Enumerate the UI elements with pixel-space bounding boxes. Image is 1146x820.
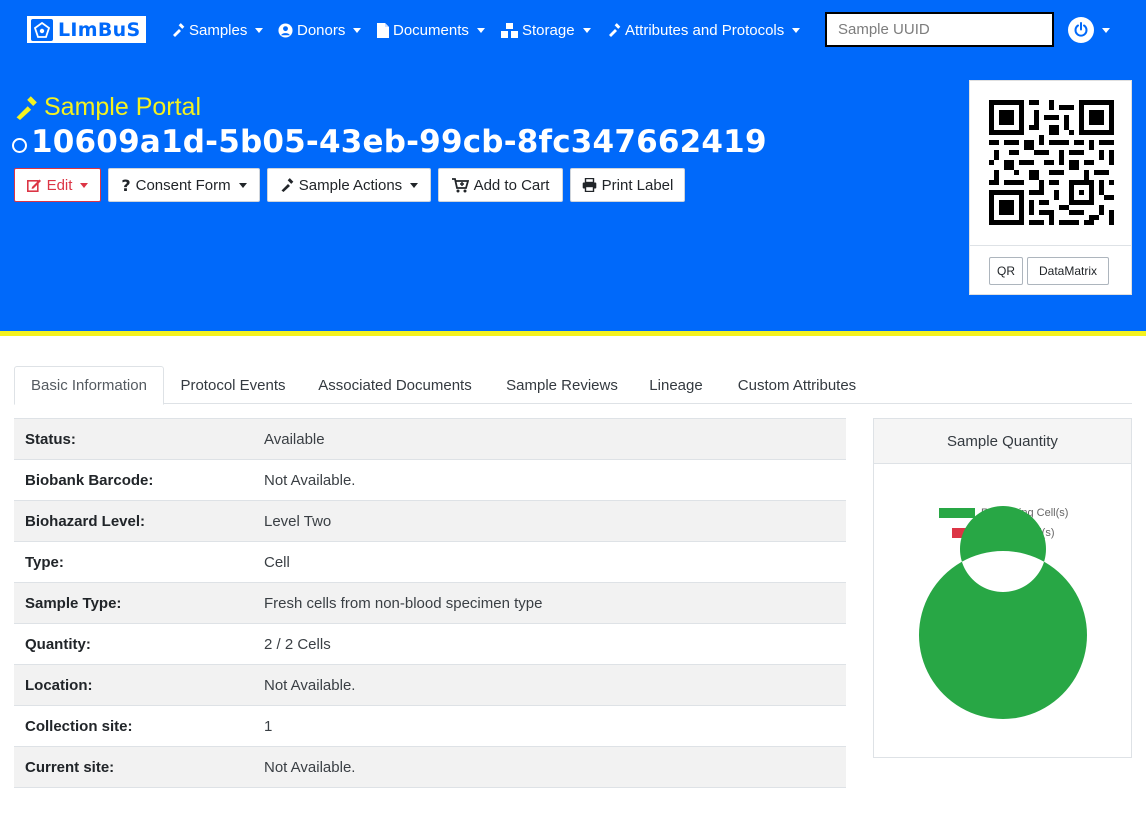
sample-uuid-search-input[interactable] — [825, 12, 1054, 47]
limbus-logo-icon — [31, 18, 53, 41]
row-value: 1 — [264, 717, 273, 735]
table-row: Location: Not Available. — [14, 664, 846, 706]
sample-tabs: Basic Information Protocol Events Associ… — [14, 366, 1132, 405]
power-icon — [1068, 17, 1094, 43]
basic-information-table: Status: Available Biobank Barcode: Not Ava… — [14, 418, 846, 788]
portal-title-text: Sample Portal — [44, 93, 202, 121]
brand-logo[interactable]: LImBuS — [27, 16, 147, 43]
nav-storage-dropdown[interactable]: Storage — [501, 18, 591, 42]
tab-protocol-events[interactable]: Protocol Events — [171, 366, 295, 404]
table-row: Current site: Not Available. — [14, 746, 846, 788]
table-row: Biobank Barcode: Not Available. — [14, 459, 846, 501]
print-label-button[interactable]: Print Label — [570, 168, 685, 202]
chevron-down-icon — [238, 182, 247, 188]
question-icon: ? — [121, 175, 131, 195]
chevron-down-icon — [80, 182, 89, 188]
tab-sample-reviews[interactable]: Sample Reviews — [499, 366, 625, 404]
consent-form-label: Consent Form — [135, 176, 231, 194]
row-key: Biohazard Level: — [25, 512, 146, 530]
pipette-icon — [280, 178, 294, 192]
row-value: Available — [264, 430, 325, 448]
nav-attributes-label: Attributes and Protocols — [625, 21, 785, 39]
table-row: Sample Type: Fresh cells from non-blood s… — [14, 582, 846, 624]
user-menu-dropdown[interactable] — [1068, 17, 1110, 43]
file-icon — [377, 22, 389, 38]
row-value: Level Two — [264, 512, 332, 530]
row-key: Status: — [25, 430, 76, 448]
sample-header: Sample Portal 10609a1d-5b05-43eb-99cb-8f… — [0, 60, 1146, 331]
row-key: Location: — [25, 676, 93, 694]
chevron-down-icon — [255, 27, 264, 33]
row-value: Not Available. — [264, 471, 356, 489]
print-label-text: Print Label — [601, 176, 674, 194]
sample-code-card: QR DataMatrix — [969, 80, 1132, 295]
nav-donors-dropdown[interactable]: Donors — [278, 18, 362, 42]
row-value: Fresh cells from non-blood specimen type — [264, 594, 543, 612]
table-row: Collection site: 1 — [14, 705, 846, 747]
table-row: Status: Available — [14, 418, 846, 460]
chevron-down-icon — [1102, 27, 1110, 33]
pipette-icon — [171, 23, 185, 37]
row-key: Biobank Barcode: — [25, 471, 154, 489]
row-value: 2 / 2 Cells — [264, 635, 331, 653]
consent-form-dropdown-button[interactable]: ? Consent Form — [108, 168, 260, 202]
pipette-icon — [14, 95, 38, 120]
row-value: Cell — [264, 553, 290, 571]
nav-documents-dropdown[interactable]: Documents — [377, 18, 485, 42]
datamatrix-button[interactable]: DataMatrix — [1027, 257, 1109, 285]
qr-code-image — [989, 100, 1114, 225]
nav-samples-dropdown[interactable]: Samples — [171, 18, 264, 42]
chevron-down-icon — [582, 27, 591, 33]
boxes-icon — [501, 22, 518, 38]
printer-icon — [582, 178, 597, 192]
chevron-down-icon — [476, 27, 485, 33]
row-value: Not Available. — [264, 758, 356, 776]
sample-actions-dropdown-button[interactable]: Sample Actions — [267, 168, 431, 202]
sample-uuid: 10609a1d-5b05-43eb-99cb-8fc347662419 — [31, 124, 767, 160]
tab-associated-documents[interactable]: Associated Documents — [310, 366, 480, 404]
table-row: Biohazard Level: Level Two — [14, 500, 846, 542]
brand-name: LImBuS — [58, 18, 141, 41]
sample-uuid-heading: 10609a1d-5b05-43eb-99cb-8fc347662419 — [12, 124, 767, 160]
circle-icon — [12, 137, 27, 153]
row-key: Sample Type: — [25, 594, 122, 612]
pipette-icon — [607, 23, 621, 37]
edit-dropdown-button[interactable]: Edit — [14, 168, 101, 202]
sample-quantity-card: Sample Quantity Remaining Cell(s) Used C… — [873, 418, 1132, 758]
header-accent-line — [0, 331, 1146, 336]
card-divider — [970, 245, 1131, 246]
quantity-donut-chart — [918, 506, 1087, 719]
table-row: Type: Cell — [14, 541, 846, 583]
add-to-cart-button[interactable]: Add to Cart — [438, 168, 563, 202]
row-value: Not Available. — [264, 676, 356, 694]
tab-custom-attributes[interactable]: Custom Attributes — [727, 366, 867, 404]
table-row: Quantity: 2 / 2 Cells — [14, 623, 846, 665]
qr-button[interactable]: QR — [989, 257, 1023, 285]
chevron-down-icon — [792, 27, 801, 33]
sample-actions-label: Sample Actions — [298, 176, 403, 194]
navbar: LImBuS Samples Donors Documents Storage — [0, 0, 1146, 60]
tab-basic-information[interactable]: Basic Information — [14, 366, 164, 405]
nav-attributes-dropdown[interactable]: Attributes and Protocols — [607, 18, 801, 42]
row-key: Collection site: — [25, 717, 133, 735]
tab-lineage[interactable]: Lineage — [643, 366, 709, 404]
chevron-down-icon — [410, 182, 419, 188]
edit-icon — [26, 178, 42, 192]
donut-slice-remaining[interactable] — [918, 506, 1087, 719]
row-key: Type: — [25, 553, 64, 571]
nav-documents-label: Documents — [393, 21, 469, 39]
nav-donors-label: Donors — [297, 21, 346, 39]
nav-samples-label: Samples — [189, 21, 248, 39]
chevron-down-icon — [353, 27, 362, 33]
row-key: Quantity: — [25, 635, 91, 653]
user-circle-icon — [278, 22, 293, 38]
nav-storage-label: Storage — [522, 21, 575, 39]
portal-title: Sample Portal — [14, 93, 201, 122]
edit-button-label: Edit — [46, 176, 73, 194]
add-to-cart-label: Add to Cart — [473, 176, 550, 194]
row-key: Current site: — [25, 758, 115, 776]
cart-plus-icon — [451, 177, 469, 193]
